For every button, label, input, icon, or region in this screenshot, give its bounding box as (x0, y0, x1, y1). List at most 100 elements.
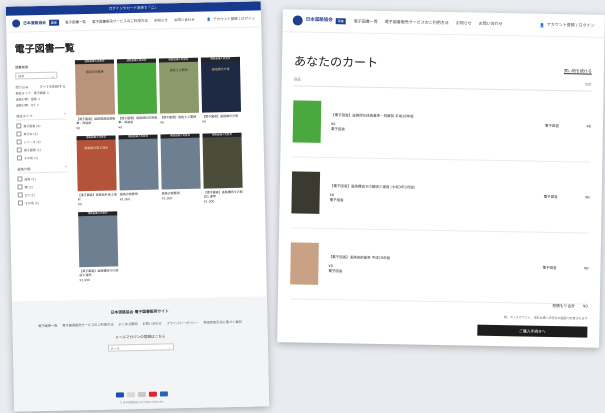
filter-group-header[interactable]: 道路分類 ⌃ (17, 165, 68, 174)
filter-option-label: 単行本 (5) (23, 131, 38, 136)
checkbox[interactable] (17, 184, 23, 190)
checkbox[interactable] (16, 147, 22, 153)
book-cover[interactable]: 道路会議大賞受賞 道路橋示方書 (200, 56, 242, 113)
nav-ebook-list[interactable]: 電子図書一覧 (65, 20, 86, 25)
checkbox[interactable] (17, 200, 23, 206)
checkbox[interactable] (17, 176, 23, 182)
checkbox[interactable] (16, 131, 22, 137)
cart-item-name[interactable]: 【電子図書】道路緑化技術基準・同解説 平成28年版 (331, 113, 451, 120)
amex-icon (126, 392, 135, 398)
cart-item-name[interactable]: 【電子図書】道路構造令の解説と運用 (令和3年3月版) (330, 184, 450, 191)
cart-item-amount: ¥0 (585, 195, 590, 200)
book-cover[interactable]: 道路会議大賞受賞 道路土工要綱 (158, 57, 200, 114)
footer-link[interactable]: プライバシーポリシー (167, 320, 199, 326)
product-name[interactable]: 【電子図書】道路土工要綱 (160, 115, 199, 120)
filter-option[interactable]: 道路 (5) (17, 175, 73, 182)
filter-option[interactable]: 橋 (2) (17, 183, 74, 190)
checkbox[interactable] (16, 123, 22, 129)
filter-group-header[interactable]: 商品タイプ ⌃ (16, 112, 67, 121)
search-input[interactable]: 検索 ⌕ (15, 71, 58, 80)
product-name[interactable]: 【電子図書】道路構造令の解説と運用 (204, 190, 243, 199)
nav-contact[interactable]: お問い合わせ (479, 21, 503, 27)
book-cover[interactable]: 道路会議大賞受賞 (78, 211, 119, 268)
product-name[interactable]: 【電子図書】舗装設計施工指針 (78, 192, 117, 201)
product-name[interactable]: 舗装点検要領 (120, 192, 159, 196)
mailmag-select[interactable]: メール ⌄ (107, 343, 174, 352)
product-card[interactable]: 道路会議大賞受賞 【電子図書】道路構造令の解説と運用 ¥1,000 (202, 132, 243, 204)
product-card[interactable]: 道路会議大賞受賞 舗装点検要領 ¥1,000 (160, 133, 201, 205)
filter-option[interactable]: その他 (1) (17, 199, 74, 206)
nav-ebook-list[interactable]: 電子図書一覧 (354, 18, 378, 24)
search-icon: ⌕ (51, 73, 55, 79)
book-cover[interactable]: 道路会議大賞受賞 (118, 134, 159, 191)
nav-news[interactable]: お知らせ (154, 18, 168, 23)
account-link[interactable]: 👤 アカウント登録 / ログイン (207, 16, 255, 22)
filter-option[interactable]: 電子図書 (9) (16, 122, 72, 129)
filter-option[interactable]: その他 (1) (16, 154, 73, 161)
filter-option[interactable]: シリーズ (3) (16, 138, 73, 145)
footer-link[interactable]: よくある質問 (118, 321, 137, 326)
book-cover[interactable]: 道路会議大賞受賞 (116, 58, 158, 115)
nav-contact[interactable]: お問い合わせ (174, 17, 195, 22)
active-filter-chip[interactable]: 道路分類：ICT × (16, 102, 72, 107)
product-name[interactable]: 【電子図書】道路橋示方書 (202, 114, 241, 119)
product-name[interactable]: 【電子図書】道路構造令の解説と運用 (79, 268, 118, 277)
cart-item-thumbnail[interactable] (290, 242, 319, 285)
site-header: 日本道路協会 図書 電子図書一覧 電子図書販売サービスのご利用方法 お知らせ お… (282, 9, 605, 38)
checkbox[interactable] (16, 139, 22, 145)
cover-title: 道路技術基準 (85, 69, 104, 75)
cart-item-name[interactable]: 【電子図書】道路技術基準 平成19年版 (329, 255, 449, 262)
filter-option[interactable]: ICT (1) (17, 191, 74, 198)
clear-filters-link[interactable]: すべてを削除する (39, 83, 65, 89)
product-card[interactable]: 道路会議大賞受賞 道路技術基準 【電子図書】道路標識設置基準・同解説 ¥0 (74, 59, 116, 130)
nav-how-to-use[interactable]: 電子図書販売サービスのご利用方法 (385, 19, 449, 26)
product-name[interactable]: 【電子図書】道路標識設置基準・同解説 (76, 116, 115, 125)
continue-shopping-link[interactable]: 買い物を続ける (564, 68, 592, 74)
book-cover[interactable]: 道路会議大賞受賞 舗装設計施工指針 (76, 135, 117, 192)
visa-icon (115, 392, 124, 398)
book-cover[interactable]: 道路会議大賞受賞 (160, 133, 201, 190)
nav-news[interactable]: お知らせ (456, 20, 472, 26)
product-card[interactable]: 道路会議大賞受賞 【電子図書】道路構造令の解説と運用 ¥1,000 (78, 211, 118, 282)
footer-link[interactable]: 電子図書販売サービスのご利用方法 (62, 322, 113, 328)
filter-option[interactable]: 単行本 (5) (16, 130, 72, 137)
cart-item-thumbnail[interactable] (291, 171, 321, 214)
cart-item-thumbnail[interactable] (292, 100, 322, 143)
product-card[interactable]: 道路会議大賞受賞 舗装点検要領 ¥1,000 (118, 134, 159, 206)
checkout-button[interactable]: ご購入手続きへ (477, 324, 588, 338)
checkbox[interactable] (16, 155, 23, 161)
product-card[interactable]: 道路会議大賞受賞 道路橋示方書 【電子図書】道路橋示方書 ¥0 (200, 56, 242, 128)
cart-item-info: 【電子図書】道路技術基準 平成19年版 ¥0 電子図書 (328, 255, 448, 276)
checkbox[interactable] (17, 192, 23, 198)
footer-link[interactable]: 電子図書一覧 (38, 323, 57, 328)
site-logo[interactable]: 日本道路協会 図書 (292, 15, 346, 26)
product-price: ¥0 (202, 119, 207, 124)
product-price: ¥1,000 (119, 197, 131, 202)
book-cover[interactable]: 道路会議大賞受賞 道路技術基準 (74, 59, 116, 116)
filter-option-label: 橋 (2) (24, 184, 33, 189)
footer-link[interactable]: 特定商取引法に基づく表記 (203, 319, 241, 325)
site-logo[interactable]: 日本道路協会 図書 (12, 19, 59, 28)
filter-option-label: 電子図書 (1) (23, 147, 42, 152)
product-card[interactable]: 道路会議大賞受賞 【電子図書】道路緑化技術基準・同解説 ¥0 (116, 58, 158, 129)
product-card[interactable]: 道路会議大賞受賞 道路土工要綱 【電子図書】道路土工要綱 ¥0 (158, 57, 200, 129)
product-card[interactable]: 道路会議大賞受賞 舗装設計施工指針 【電子図書】舗装設計施工指針 ¥0 (76, 135, 117, 206)
account-link[interactable]: 👤 アカウント登録 / ログイン (540, 22, 595, 29)
cart-item-row: 【電子図書】道路構造令の解説と運用 (令和3年3月版) ¥0 電子図書 電子図書… (291, 157, 591, 234)
search-placeholder: 検索 (18, 74, 25, 79)
filter-option-label: 道路 (5) (24, 176, 36, 181)
cover-tag: 道路会議大賞受賞 (74, 59, 114, 65)
catalog-body: 図書検索 検索 ⌕ 絞り込み すべてを削除する 商品タイプ：電子図書 × 道路分類… (7, 56, 267, 283)
footer-link[interactable]: お問い合わせ (142, 321, 161, 326)
cart-item-amount: ¥0 (586, 124, 591, 129)
filter-option[interactable]: 電子図書 (1) (16, 146, 73, 153)
cart-item-info: 【電子図書】道路緑化技術基準・同解説 平成28年版 ¥0 電子図書 (331, 113, 451, 134)
product-name[interactable]: 舗装点検要領 (162, 191, 201, 195)
nav-how-to-use[interactable]: 電子図書販売サービスのご利用方法 (92, 18, 148, 24)
cover-title: 舗装設計施工指針 (84, 145, 109, 151)
book-cover[interactable]: 道路会議大賞受賞 (202, 132, 243, 189)
product-name[interactable]: 【電子図書】道路緑化技術基準・同解説 (118, 116, 157, 125)
active-filter-chip[interactable]: 商品タイプ：電子図書 × (16, 90, 72, 96)
active-filter-chip[interactable]: 道路分類：道路 × (16, 96, 72, 102)
cart-item-type: 電子図書 (329, 197, 344, 202)
